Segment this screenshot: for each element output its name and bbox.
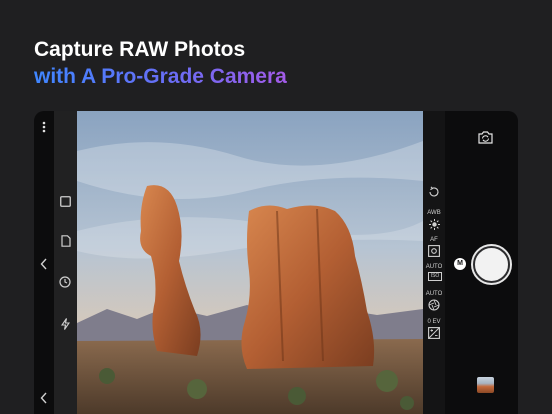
menu-dots-icon[interactable] <box>42 120 46 138</box>
white-balance-label: AWB <box>427 210 441 216</box>
device-screen: AWB AF AUTO ISO AUTO 0 EV M <box>34 111 518 414</box>
square-icon[interactable] <box>60 194 71 212</box>
left-toolbar <box>54 111 77 414</box>
viewfinder-scene <box>77 111 423 414</box>
flash-icon[interactable] <box>60 317 71 335</box>
rotate-icon[interactable] <box>428 185 440 203</box>
chevron-left-icon[interactable] <box>40 257 48 275</box>
camera-rotate-icon[interactable] <box>477 130 494 150</box>
chevron-left-bottom-icon[interactable] <box>40 391 48 409</box>
headline-line-1: Capture RAW Photos <box>34 38 246 61</box>
camera-viewfinder[interactable] <box>77 111 423 414</box>
iso-mode-label: AUTO <box>425 264 443 270</box>
focus-icon[interactable] <box>428 244 440 262</box>
last-photo-thumbnail[interactable] <box>477 377 494 393</box>
timer-icon[interactable] <box>59 275 71 293</box>
manual-mode-badge[interactable]: M <box>454 258 466 270</box>
iso-label[interactable]: ISO <box>428 272 442 281</box>
exposure-label: 0 EV <box>427 319 441 325</box>
aperture-icon[interactable] <box>428 298 440 316</box>
settings-toolbar: AWB AF AUTO ISO AUTO 0 EV <box>423 111 445 414</box>
shutter-button[interactable] <box>473 246 510 283</box>
white-balance-icon[interactable] <box>429 217 440 235</box>
document-icon[interactable] <box>61 234 71 252</box>
focus-label: AF <box>430 237 438 243</box>
exposure-icon[interactable] <box>428 326 440 344</box>
shutter-mode-label: AUTO <box>425 291 443 297</box>
headline-line-2: with A Pro-Grade Camera <box>34 65 287 88</box>
headline: Capture RAW Photos with A Pro-Grade Came… <box>34 36 287 90</box>
